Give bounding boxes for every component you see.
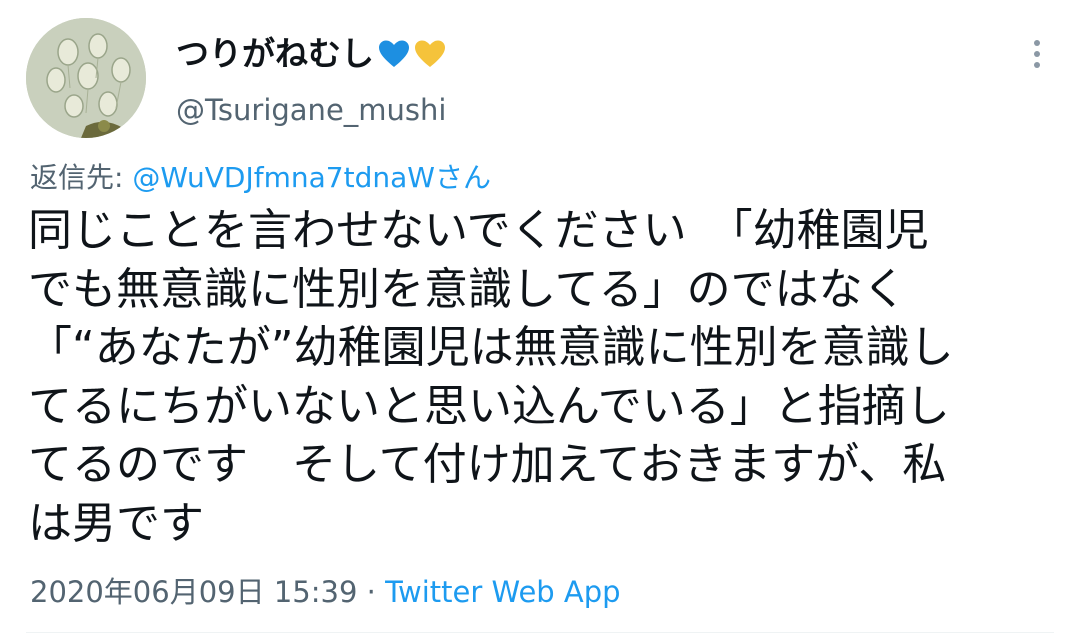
tweet-text: 同じことを言わせないでください 「幼稚園児 でも無意識に性別を意識してる」のでは… xyxy=(28,202,1038,553)
tweet-text-line: でも無意識に性別を意識してる」のではなく xyxy=(28,263,907,315)
more-options-icon[interactable] xyxy=(1022,36,1052,72)
reply-prefix: 返信先: xyxy=(30,161,133,194)
reply-context: 返信先: @WuVDJfmna7tdnaWさん xyxy=(30,158,491,198)
more-dot xyxy=(1034,62,1040,68)
timestamp-link[interactable]: 2020年06月09日 15:39 xyxy=(30,575,357,609)
tweet-text-line: 「“あなたが”幼稚園児は無意識に性別を意識し xyxy=(28,322,954,373)
display-name[interactable]: つりがねむし xyxy=(176,30,446,78)
tweet-text-line: てるのです そして付け加えておきますが、私 xyxy=(28,439,947,490)
blue-heart-icon xyxy=(379,40,409,67)
display-name-text: つりがねむし xyxy=(176,34,374,73)
yellow-heart-icon xyxy=(415,40,445,67)
user-handle[interactable]: @Tsurigane_mushi xyxy=(176,90,446,130)
source-app-link[interactable]: Twitter Web App xyxy=(385,575,621,609)
divider xyxy=(26,632,1054,633)
tweet-text-line: は男です xyxy=(28,497,204,549)
more-dot xyxy=(1034,40,1040,46)
tweet-text-line: 同じことを言わせないでください 「幼稚園児 xyxy=(28,205,929,256)
meta-separator: · xyxy=(357,575,386,609)
reply-mention-link[interactable]: @WuVDJfmna7tdnaWさん xyxy=(132,161,491,194)
author-block: つりがねむし @Tsurigane_mushi xyxy=(176,30,446,130)
tweet-meta: 2020年06月09日 15:39 · Twitter Web App xyxy=(30,570,621,614)
tweet-text-line: てるにちがいないと思い込んでいる」と指摘し xyxy=(28,380,950,432)
avatar-image xyxy=(26,18,146,138)
avatar[interactable] xyxy=(26,18,146,138)
more-dot xyxy=(1034,51,1040,57)
tweet: つりがねむし @Tsurigane_mushi 返信先: @WuVDJfmna7… xyxy=(0,0,1080,642)
